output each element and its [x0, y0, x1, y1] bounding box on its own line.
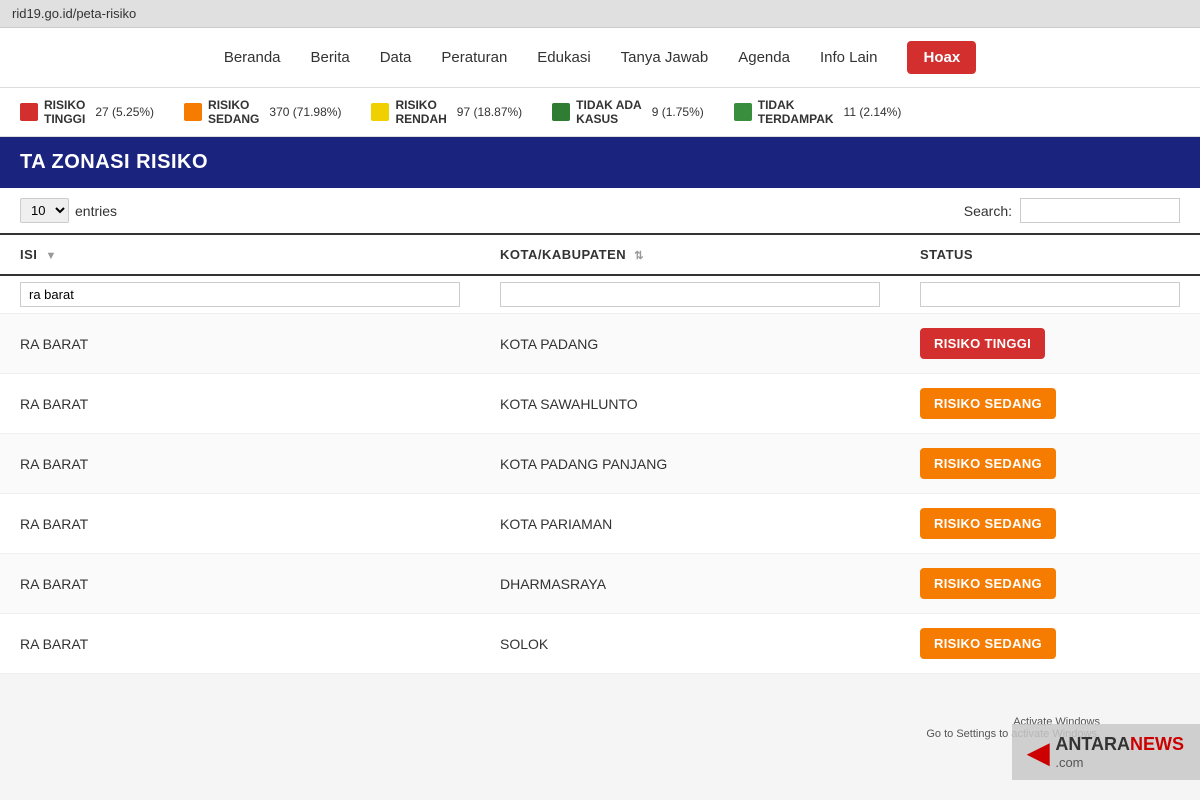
search-label: Search:	[964, 203, 1012, 219]
cell-status: RISIKO SEDANG	[900, 494, 1200, 554]
sort-icon-kota: ⇅	[634, 250, 644, 262]
status-badge: RISIKO TINGGI	[920, 328, 1045, 359]
legend-tidak-terdampak: TIDAKTERDAMPAK 11 (2.14%)	[734, 98, 902, 126]
sort-icon-provinsi: ▼	[46, 250, 57, 262]
legend-tidak-ada: TIDAK ADAKASUS 9 (1.75%)	[552, 98, 704, 126]
status-badge: RISIKO SEDANG	[920, 568, 1056, 599]
nav-items: Beranda Berita Data Peraturan Edukasi Ta…	[20, 41, 1180, 74]
table-header-row: ISI ▼ KOTA/KABUPATEN ⇅ STATUS	[0, 234, 1200, 275]
nav-berita[interactable]: Berita	[311, 41, 350, 74]
table-controls: 10 25 50 entries Search:	[0, 188, 1200, 233]
cell-kota: KOTA PARIAMAN	[480, 494, 900, 554]
status-badge: RISIKO SEDANG	[920, 508, 1056, 539]
legend-dot-rendah	[371, 103, 389, 121]
cell-kota: KOTA PADANG PANJANG	[480, 434, 900, 494]
table-row: RA BARAT KOTA SAWAHLUNTO RISIKO SEDANG	[0, 374, 1200, 434]
entries-control: 10 25 50 entries	[20, 198, 117, 223]
col-header-kota[interactable]: KOTA/KABUPATEN ⇅	[480, 234, 900, 275]
nav-info-lain[interactable]: Info Lain	[820, 41, 878, 74]
col-header-provinsi[interactable]: ISI ▼	[0, 234, 480, 275]
status-badge: RISIKO SEDANG	[920, 448, 1056, 479]
watermark-name: ANTARANEWS	[1055, 734, 1184, 755]
watermark-logo: ◀	[1028, 736, 1050, 769]
cell-provinsi: RA BARAT	[0, 494, 480, 554]
section-title: TA ZONASI RISIKO	[20, 151, 208, 173]
filter-cell-kota	[480, 275, 900, 314]
legend-count-sedang: 370 (71.98%)	[269, 105, 341, 119]
cell-provinsi: RA BARAT	[0, 614, 480, 674]
filter-input-provinsi[interactable]	[20, 282, 460, 307]
table-row: RA BARAT KOTA PADANG RISIKO TINGGI	[0, 314, 1200, 374]
cell-kota: DHARMASRAYA	[480, 554, 900, 614]
cell-status: RISIKO SEDANG	[900, 434, 1200, 494]
watermark-text-block: ANTARANEWS .com	[1055, 734, 1184, 770]
table-wrap: ISI ▼ KOTA/KABUPATEN ⇅ STATUS	[0, 233, 1200, 674]
legend-count-tidak-terdampak: 11 (2.14%)	[844, 105, 902, 119]
filter-cell-provinsi	[0, 275, 480, 314]
cell-kota: SOLOK	[480, 614, 900, 674]
legend-rendah: RISIKORENDAH 97 (18.87%)	[371, 98, 522, 126]
cell-provinsi: RA BARAT	[0, 374, 480, 434]
cell-provinsi: RA BARAT	[0, 434, 480, 494]
cell-status: RISIKO SEDANG	[900, 554, 1200, 614]
legend-count-tinggi: 27 (5.25%)	[95, 105, 154, 119]
filter-cell-status	[900, 275, 1200, 314]
data-table: ISI ▼ KOTA/KABUPATEN ⇅ STATUS	[0, 233, 1200, 674]
legend-dot-tidak-ada	[552, 103, 570, 121]
search-input[interactable]	[1020, 198, 1180, 223]
cell-kota: KOTA PADANG	[480, 314, 900, 374]
nav-beranda[interactable]: Beranda	[224, 41, 281, 74]
cell-provinsi: RA BARAT	[0, 314, 480, 374]
table-row: RA BARAT KOTA PADANG PANJANG RISIKO SEDA…	[0, 434, 1200, 494]
nav-bar: Beranda Berita Data Peraturan Edukasi Ta…	[0, 28, 1200, 88]
search-control: Search:	[964, 198, 1180, 223]
table-row: RA BARAT SOLOK RISIKO SEDANG	[0, 614, 1200, 674]
filter-input-kota[interactable]	[500, 282, 880, 307]
table-row: RA BARAT KOTA PARIAMAN RISIKO SEDANG	[0, 494, 1200, 554]
nav-data[interactable]: Data	[380, 41, 412, 74]
legend-count-rendah: 97 (18.87%)	[457, 105, 522, 119]
browser-bar: rid19.go.id/peta-risiko	[0, 0, 1200, 28]
cell-status: RISIKO TINGGI	[900, 314, 1200, 374]
legend-bar: RISIKOTINGGI 27 (5.25%) RISIKOSEDANG 370…	[0, 88, 1200, 137]
nav-hoax[interactable]: Hoax	[907, 41, 976, 74]
nav-peraturan[interactable]: Peraturan	[441, 41, 507, 74]
legend-tinggi: RISIKOTINGGI 27 (5.25%)	[20, 98, 154, 126]
url-bar: rid19.go.id/peta-risiko	[12, 6, 136, 21]
legend-count-tidak-ada: 9 (1.75%)	[652, 105, 704, 119]
legend-dot-sedang	[184, 103, 202, 121]
entries-label: entries	[75, 203, 117, 219]
cell-kota: KOTA SAWAHLUNTO	[480, 374, 900, 434]
legend-dot-tidak-terdampak	[734, 103, 752, 121]
col-header-status: STATUS	[900, 234, 1200, 275]
filter-row	[0, 275, 1200, 314]
table-row: RA BARAT DHARMASRAYA RISIKO SEDANG	[0, 554, 1200, 614]
nav-tanya-jawab[interactable]: Tanya Jawab	[621, 41, 709, 74]
legend-sedang: RISIKOSEDANG 370 (71.98%)	[184, 98, 341, 126]
nav-agenda[interactable]: Agenda	[738, 41, 790, 74]
watermark-domain: .com	[1055, 755, 1184, 770]
cell-provinsi: RA BARAT	[0, 554, 480, 614]
status-badge: RISIKO SEDANG	[920, 628, 1056, 659]
cell-status: RISIKO SEDANG	[900, 614, 1200, 674]
entries-select[interactable]: 10 25 50	[20, 198, 69, 223]
legend-dot-tinggi	[20, 103, 38, 121]
cell-status: RISIKO SEDANG	[900, 374, 1200, 434]
watermark: ◀ ANTARANEWS .com	[1012, 724, 1200, 780]
section-header: TA ZONASI RISIKO	[0, 137, 1200, 188]
nav-edukasi[interactable]: Edukasi	[537, 41, 590, 74]
status-badge: RISIKO SEDANG	[920, 388, 1056, 419]
filter-input-status[interactable]	[920, 282, 1180, 307]
